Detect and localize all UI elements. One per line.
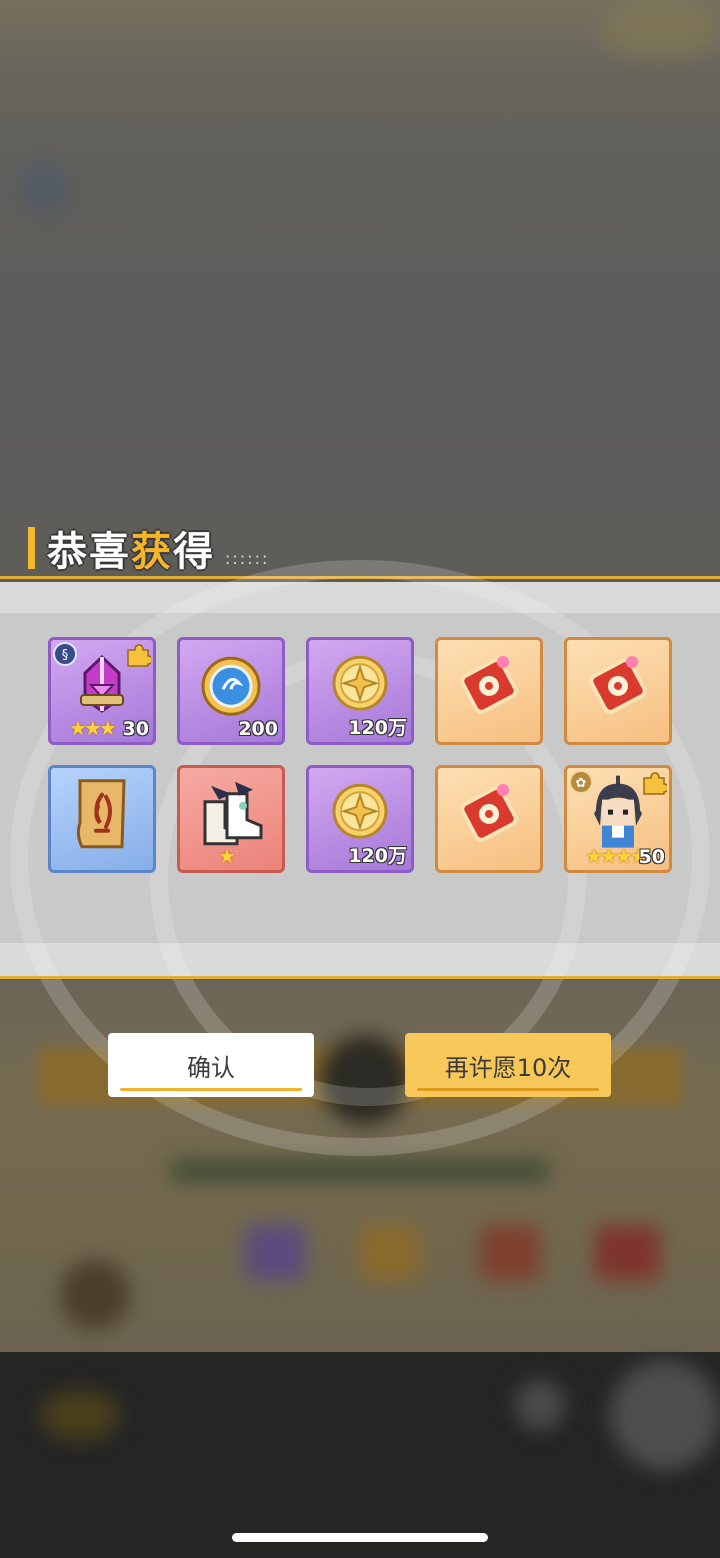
reward-item-red-ticket[interactable]: [435, 637, 543, 745]
puzzle-piece-icon: [641, 770, 669, 796]
reward-item-character[interactable]: ✿ ★★★★ 50: [564, 765, 672, 873]
item-stars: ★★★★: [585, 844, 648, 868]
background-decor: [40, 1390, 120, 1440]
title-suffix: 得: [173, 529, 215, 575]
background-decor: [595, 1225, 660, 1280]
background-blur: [0, 0, 720, 580]
reward-item-gold-coin[interactable]: 120万: [306, 765, 414, 873]
reward-item-gold-coin[interactable]: 120万: [306, 637, 414, 745]
reward-item-blue-orb[interactable]: 200: [177, 637, 285, 745]
background-decor: [360, 1225, 420, 1280]
element-badge-icon: §: [53, 642, 77, 666]
background-decor: [170, 1160, 550, 1182]
item-quantity: 120万: [348, 717, 407, 739]
title-highlight: 获: [131, 529, 173, 575]
wish-again-button[interactable]: 再许愿10次: [405, 1033, 611, 1097]
reward-grid: § ★★★ 30 200 120万 ★ 120万 ✿ ★★★★ 50: [48, 637, 672, 873]
title-accent-bar: [28, 527, 35, 569]
reward-item-red-ticket[interactable]: [435, 765, 543, 873]
fire-scroll-icon: [72, 775, 132, 857]
item-quantity: 200: [238, 718, 278, 740]
background-decor: [245, 1225, 305, 1280]
home-indicator[interactable]: [232, 1533, 488, 1542]
reward-title: 恭喜获得 ::::::: [28, 520, 269, 576]
confirm-button[interactable]: 确认: [108, 1033, 314, 1097]
title-text: 恭喜获得: [47, 519, 215, 577]
button-underline: [417, 1088, 599, 1091]
red-ticket-icon: [453, 778, 525, 854]
item-stars: ★: [218, 844, 236, 868]
background-decor: [515, 1380, 565, 1430]
background-decor: [60, 1260, 130, 1330]
background-decor: [610, 1360, 720, 1470]
background-decor: [480, 1225, 540, 1280]
item-quantity: 50: [638, 846, 665, 868]
background-decor: [20, 160, 70, 210]
title-dots: ::::::: [225, 548, 270, 568]
reward-item-red-ticket[interactable]: [564, 637, 672, 745]
wish-again-button-label: 再许愿10次: [444, 1053, 572, 1082]
button-underline: [120, 1088, 302, 1091]
reward-item-boots[interactable]: ★: [177, 765, 285, 873]
item-quantity: 120万: [348, 845, 407, 867]
blue-orb-icon: [198, 653, 264, 723]
lotus-badge-icon: ✿: [569, 770, 593, 794]
red-ticket-icon: [582, 650, 654, 726]
panel-bottom-line: [0, 976, 720, 979]
item-stars: ★★★: [69, 716, 117, 740]
red-ticket-icon: [453, 650, 525, 726]
puzzle-piece-icon: [125, 642, 153, 668]
bottom-bar-blur: [0, 1352, 720, 1558]
reward-item-helmet[interactable]: § ★★★ 30: [48, 637, 156, 745]
background-decor: [600, 0, 720, 60]
title-prefix: 恭喜: [47, 529, 131, 575]
confirm-button-label: 确认: [187, 1053, 235, 1082]
reward-item-fire-scroll[interactable]: [48, 765, 156, 873]
item-quantity: 30: [122, 718, 149, 740]
